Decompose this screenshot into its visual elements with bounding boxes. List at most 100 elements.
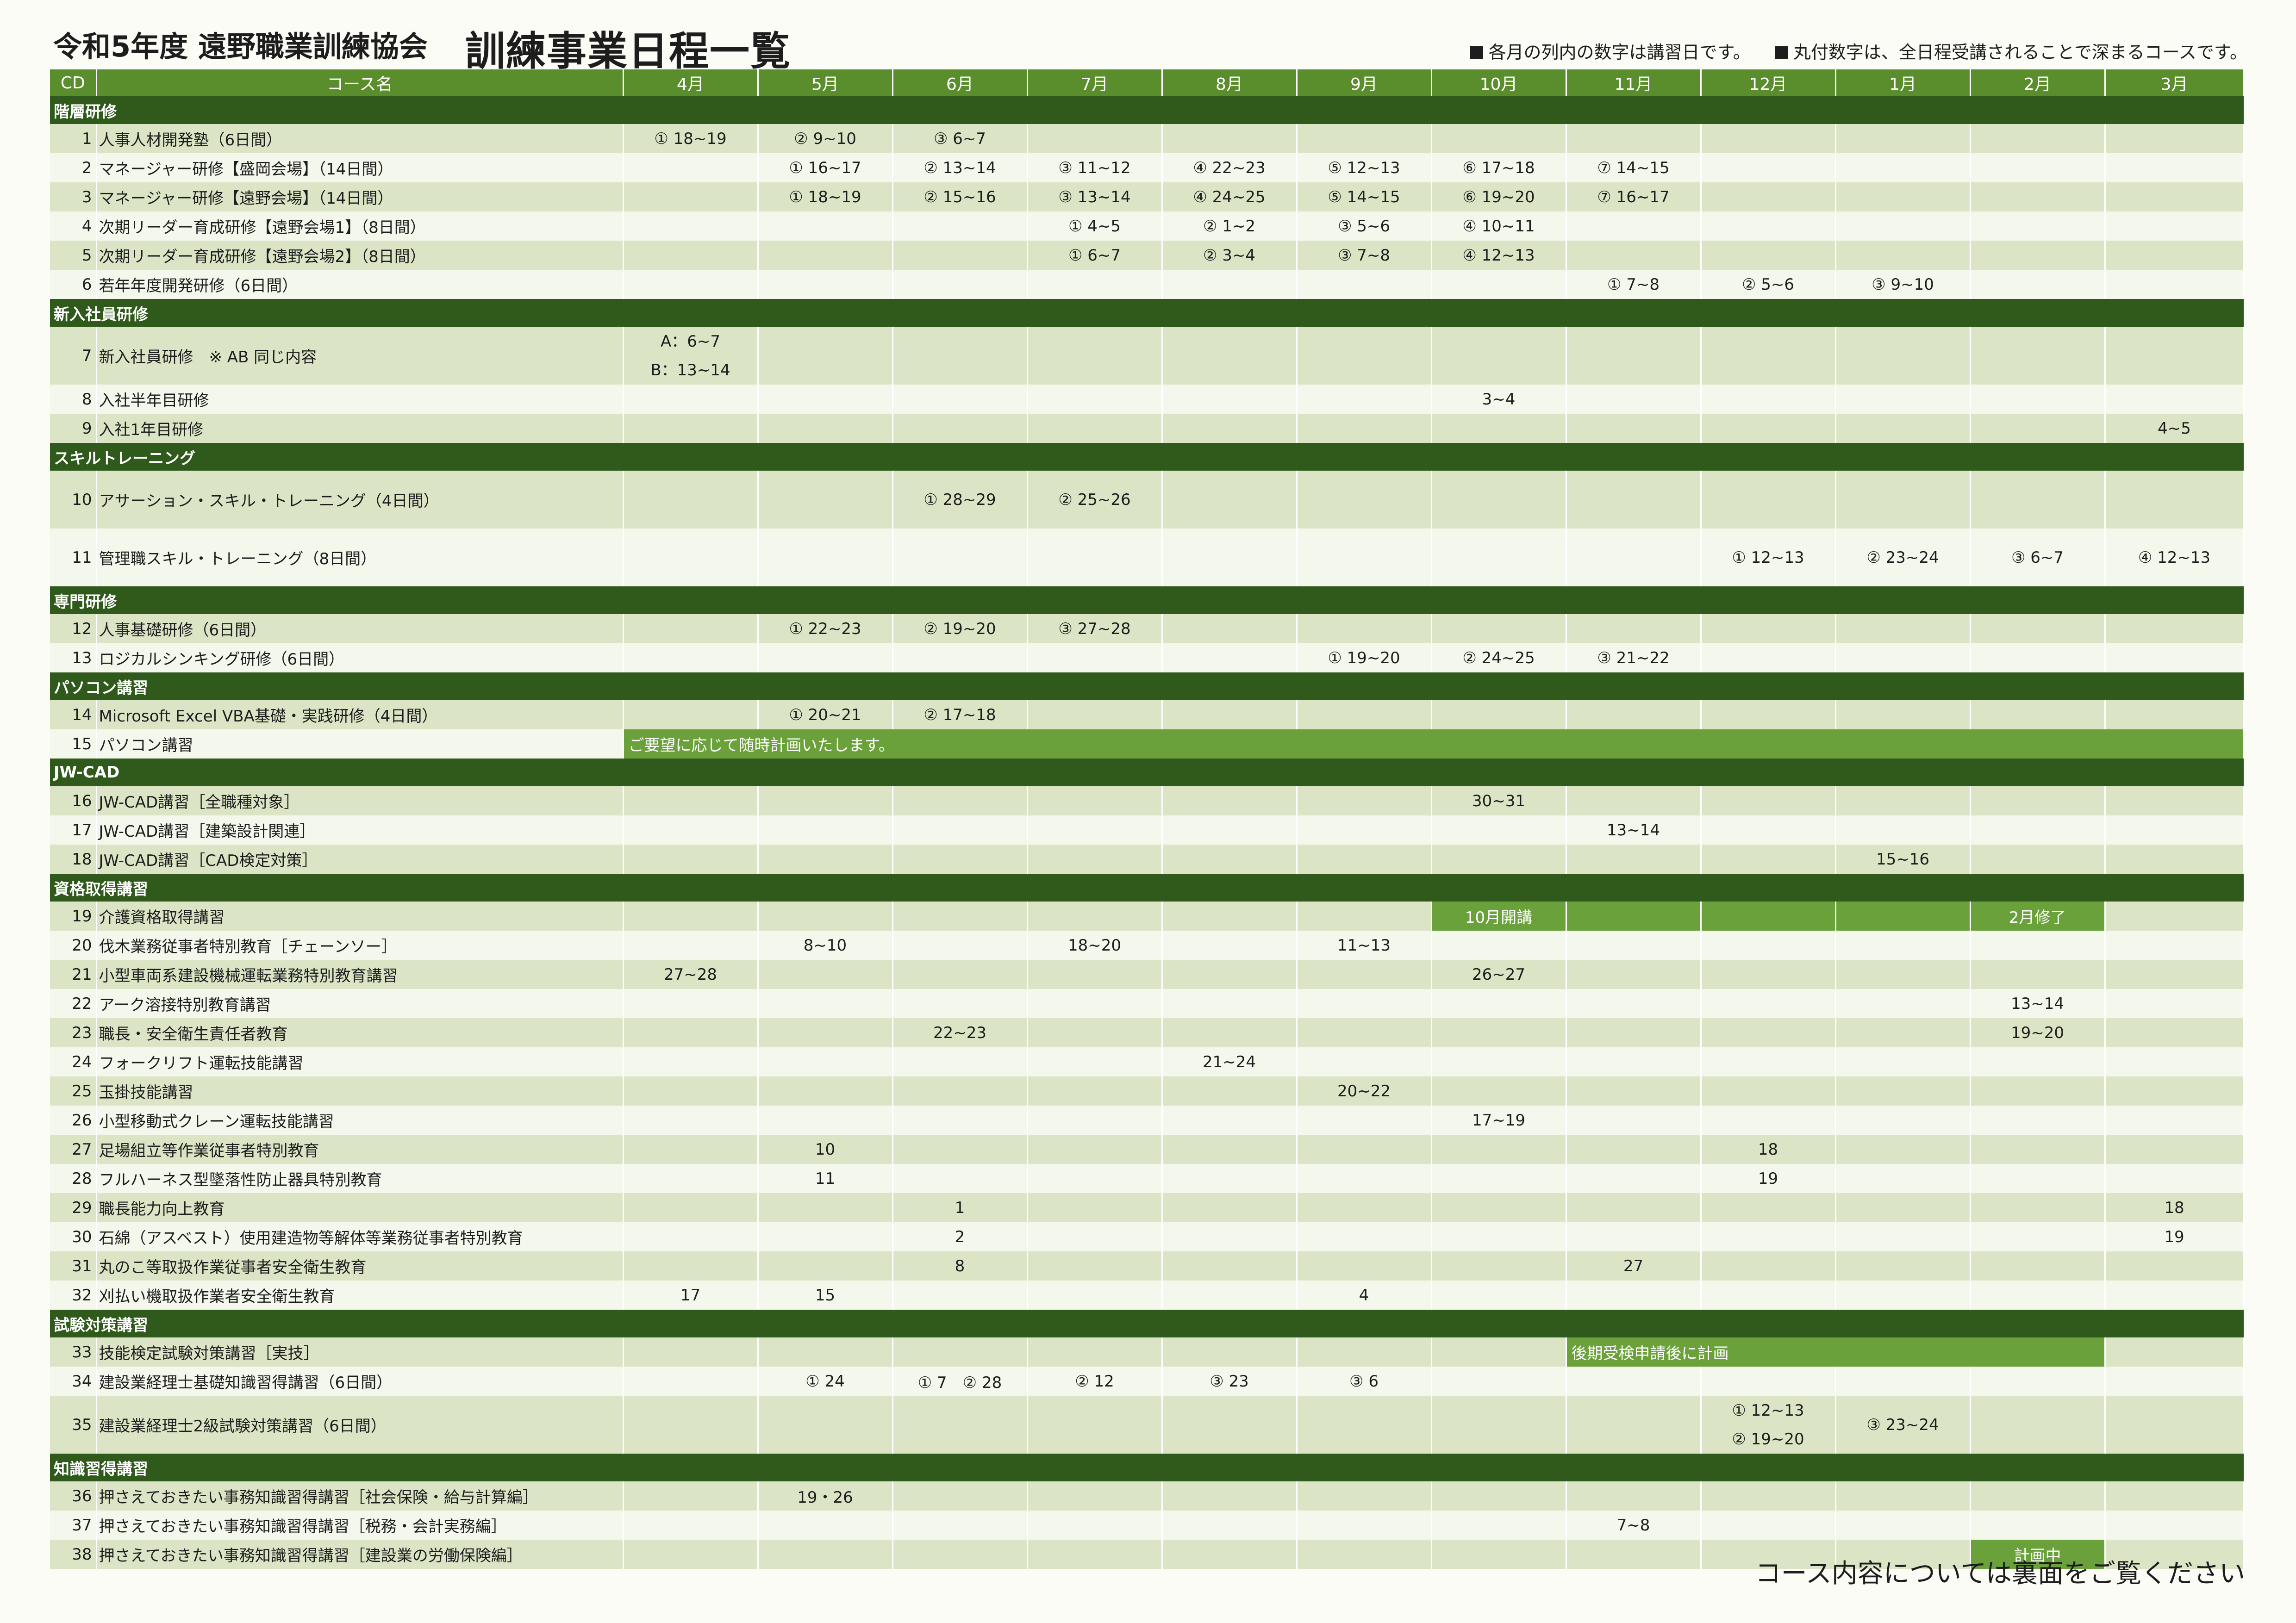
schedule-cell [1297, 327, 1432, 385]
schedule-cell [892, 1106, 1028, 1135]
course-row: 7 新入社員研修 ※ AB 同じ内容 A：6~7 B：13~14 [50, 327, 2245, 385]
schedule-cell [1431, 1018, 1567, 1047]
course-code: 31 [50, 1251, 97, 1281]
schedule-cell: 4~5 [2105, 414, 2245, 443]
course-name: アサーション・スキル・トレーニング（4日間） [96, 471, 624, 529]
schedule-cell [1162, 1106, 1298, 1135]
schedule-cell [1566, 1367, 1702, 1396]
course-name: 職長・安全衛生責任者教育 [96, 1018, 624, 1047]
schedule-cell [1566, 241, 1702, 270]
schedule-cell [892, 241, 1028, 270]
schedule-cell: 13~14 [1970, 989, 2106, 1018]
schedule-highlight-cell [1566, 902, 1702, 931]
course-row: 30 石綿（アスベスト）使用建造物等解体等業務従事者特別教育 2 19 [50, 1222, 2245, 1251]
schedule-cell: ③ 6 [1297, 1367, 1432, 1396]
schedule-cell [1297, 1337, 1432, 1367]
schedule-cell [1027, 1281, 1163, 1310]
schedule-cell [1431, 1396, 1567, 1454]
schedule-cell [1027, 960, 1163, 989]
schedule-cell [2105, 931, 2245, 960]
schedule-cell [758, 1511, 893, 1540]
schedule-cell [623, 1076, 759, 1106]
schedule-cell [1027, 1106, 1163, 1135]
schedule-cell [2105, 902, 2245, 931]
schedule-cell [1162, 902, 1298, 931]
schedule-cell [1970, 1222, 2106, 1251]
schedule-cell [2105, 327, 2245, 385]
schedule-cell [1566, 124, 1702, 153]
course-code: 1 [50, 124, 97, 153]
schedule-cell: 4 [1297, 1281, 1432, 1310]
schedule-cell [1701, 1018, 1836, 1047]
schedule-cell [1431, 1251, 1567, 1281]
schedule-cell [1701, 124, 1836, 153]
schedule-cell [1431, 1281, 1567, 1310]
schedule-cell: ① 6~7 [1027, 241, 1163, 270]
schedule-cell [2105, 960, 2245, 989]
course-code: 19 [50, 902, 97, 931]
schedule-cell: ① 12~13 [1701, 529, 1836, 586]
schedule-cell [892, 385, 1028, 414]
schedule-cell [1970, 614, 2106, 643]
course-row: 31 丸のこ等取扱作業従事者安全衛生教育 8 27 [50, 1251, 2245, 1281]
schedule-cell [1835, 989, 1971, 1018]
course-row: 6 若年年度開発研修（6日間） ① 7~8 ② 5~6 ③ 9~10 [50, 270, 2245, 299]
course-code: 18 [50, 845, 97, 874]
schedule-cell [623, 1106, 759, 1135]
schedule-cell [1566, 989, 1702, 1018]
course-code: 22 [50, 989, 97, 1018]
schedule-cell [2105, 211, 2245, 241]
schedule-cell [1701, 327, 1836, 385]
schedule-cell [1027, 529, 1163, 586]
schedule-cell [1566, 1018, 1702, 1047]
schedule-cell [623, 1018, 759, 1047]
schedule-cell: ④ 22~23 [1162, 153, 1298, 182]
course-code: 17 [50, 815, 97, 845]
schedule-cell [1566, 1396, 1702, 1454]
schedule-cell [1162, 614, 1298, 643]
schedule-cell [1027, 1047, 1163, 1076]
schedule-cell [1162, 1511, 1298, 1540]
schedule-cell: 8~10 [758, 931, 893, 960]
schedule-cell [1970, 1281, 2106, 1310]
schedule-cell [1297, 902, 1432, 931]
schedule-cell [1701, 1047, 1836, 1076]
schedule-cell [1566, 414, 1702, 443]
course-code: 38 [50, 1540, 97, 1569]
schedule-cell [1701, 786, 1836, 815]
schedule-cell: ① 7~8 [1566, 270, 1702, 299]
schedule-cell: ③ 23~24 [1835, 1396, 1971, 1454]
schedule-cell [758, 815, 893, 845]
schedule-cell: 15~16 [1835, 845, 1971, 874]
course-name: 次期リーダー育成研修【遠野会場2】（8日間） [96, 241, 624, 270]
schedule-cell [2105, 815, 2245, 845]
schedule-cell: ③ 23 [1162, 1367, 1298, 1396]
schedule-cell [758, 1396, 893, 1454]
course-name: 刈払い機取扱作業者安全衛生教育 [96, 1281, 624, 1310]
schedule-cell [1162, 270, 1298, 299]
course-code: 7 [50, 327, 97, 385]
schedule-cell [892, 1164, 1028, 1193]
schedule-cell: 19 [2105, 1222, 2245, 1251]
schedule-cell [1701, 845, 1836, 874]
schedule-cell [2105, 182, 2245, 211]
schedule-cell: 19・26 [758, 1481, 893, 1511]
schedule-cell: ④ 12~13 [1431, 241, 1567, 270]
schedule-cell [758, 1222, 893, 1251]
schedule-cell [2105, 1135, 2245, 1164]
course-name: 建設業経理士基礎知識習得講習（6日間） [96, 1367, 624, 1396]
schedule-cell: 8 [892, 1251, 1028, 1281]
schedule-cell [1566, 1076, 1702, 1106]
schedule-cell: 19 [1701, 1164, 1836, 1193]
schedule-cell [1566, 1135, 1702, 1164]
schedule-body: 階層研修 1 人事人材開発塾（6日間） ① 18~19 ② 9~10 ③ 6~7 2 マネージ… [50, 96, 2245, 1569]
schedule-cell [623, 815, 759, 845]
schedule-cell [623, 211, 759, 241]
schedule-cell [758, 1047, 893, 1076]
schedule-cell [892, 960, 1028, 989]
course-code: 32 [50, 1281, 97, 1310]
schedule-cell [1027, 385, 1163, 414]
schedule-cell [1835, 1164, 1971, 1193]
schedule-cell [1027, 1018, 1163, 1047]
schedule-cell [1162, 1018, 1298, 1047]
